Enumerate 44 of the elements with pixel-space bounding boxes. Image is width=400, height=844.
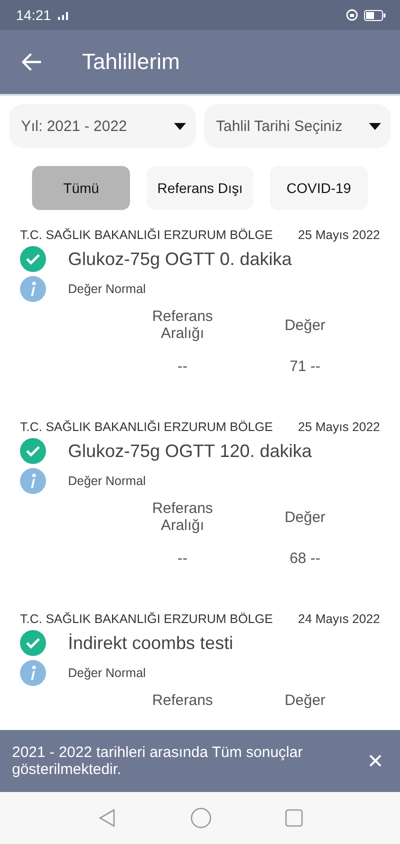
result-note: Değer Normal	[68, 474, 146, 488]
result-note: Değer Normal	[68, 666, 146, 680]
column-header: Değer	[284, 316, 326, 334]
test-name[interactable]: Glukoz-75g OGTT 120. dakika	[68, 440, 312, 462]
year-dropdown[interactable]: Yıl: 2021 - 2022	[9, 104, 196, 148]
page-title: Tahlillerim	[82, 49, 180, 75]
caret-icon	[369, 122, 381, 130]
column-header: Referans	[151, 692, 214, 709]
filter-chip[interactable]: COVID-19	[270, 166, 368, 210]
column-header: Değer	[284, 508, 326, 526]
result-date: 24 Mayıs 2022	[298, 612, 380, 626]
lab-name: T.C. SAĞLIK BAKANLIĞI ERZURUM BÖLGE	[20, 420, 273, 434]
recents-icon[interactable]	[285, 809, 304, 827]
status-time: 14:21	[16, 7, 52, 23]
filter-chip[interactable]: Tümü	[32, 166, 130, 210]
result-value: 68 --	[290, 550, 320, 567]
check-icon	[20, 630, 46, 656]
info-icon	[20, 276, 46, 302]
result-note: Değer Normal	[68, 282, 146, 296]
column-header: Değer	[284, 692, 326, 709]
caret-icon	[174, 122, 186, 130]
test-name[interactable]: İndirekt coombs testi	[68, 632, 234, 654]
check-icon	[20, 246, 46, 272]
info-icon	[20, 660, 46, 686]
result-value: 71 --	[290, 358, 320, 375]
back-arrow-icon[interactable]	[22, 53, 42, 71]
filter-chip[interactable]: Referans Dışı	[147, 166, 253, 210]
test-name[interactable]: Glukoz-75g OGTT 0. dakika	[68, 248, 292, 270]
result-date: 25 Mayıs 2022	[298, 420, 380, 434]
column-header: Referans Aralığı	[151, 500, 214, 534]
back-icon[interactable]	[96, 808, 117, 828]
reference-range: --	[178, 358, 188, 375]
lab-name: T.C. SAĞLIK BAKANLIĞI ERZURUM BÖLGE	[20, 228, 273, 242]
lab-name: T.C. SAĞLIK BAKANLIĞI ERZURUM BÖLGE	[20, 612, 273, 626]
check-icon	[20, 438, 46, 464]
battery-icon	[364, 10, 386, 20]
close-button[interactable]: ✕	[363, 744, 388, 778]
snackbar-message: 2021 - 2022 tarihleri arasında Tüm sonuçlar gösterilmektedir.	[12, 744, 304, 778]
result-date: 25 Mayıs 2022	[298, 228, 380, 242]
home-icon[interactable]	[190, 807, 212, 829]
info-icon	[20, 468, 46, 494]
reference-range: --	[178, 550, 188, 567]
column-header: Referans Aralığı	[151, 308, 214, 342]
date-dropdown[interactable]: Tahlil Tarihi Seçiniz	[204, 104, 391, 148]
